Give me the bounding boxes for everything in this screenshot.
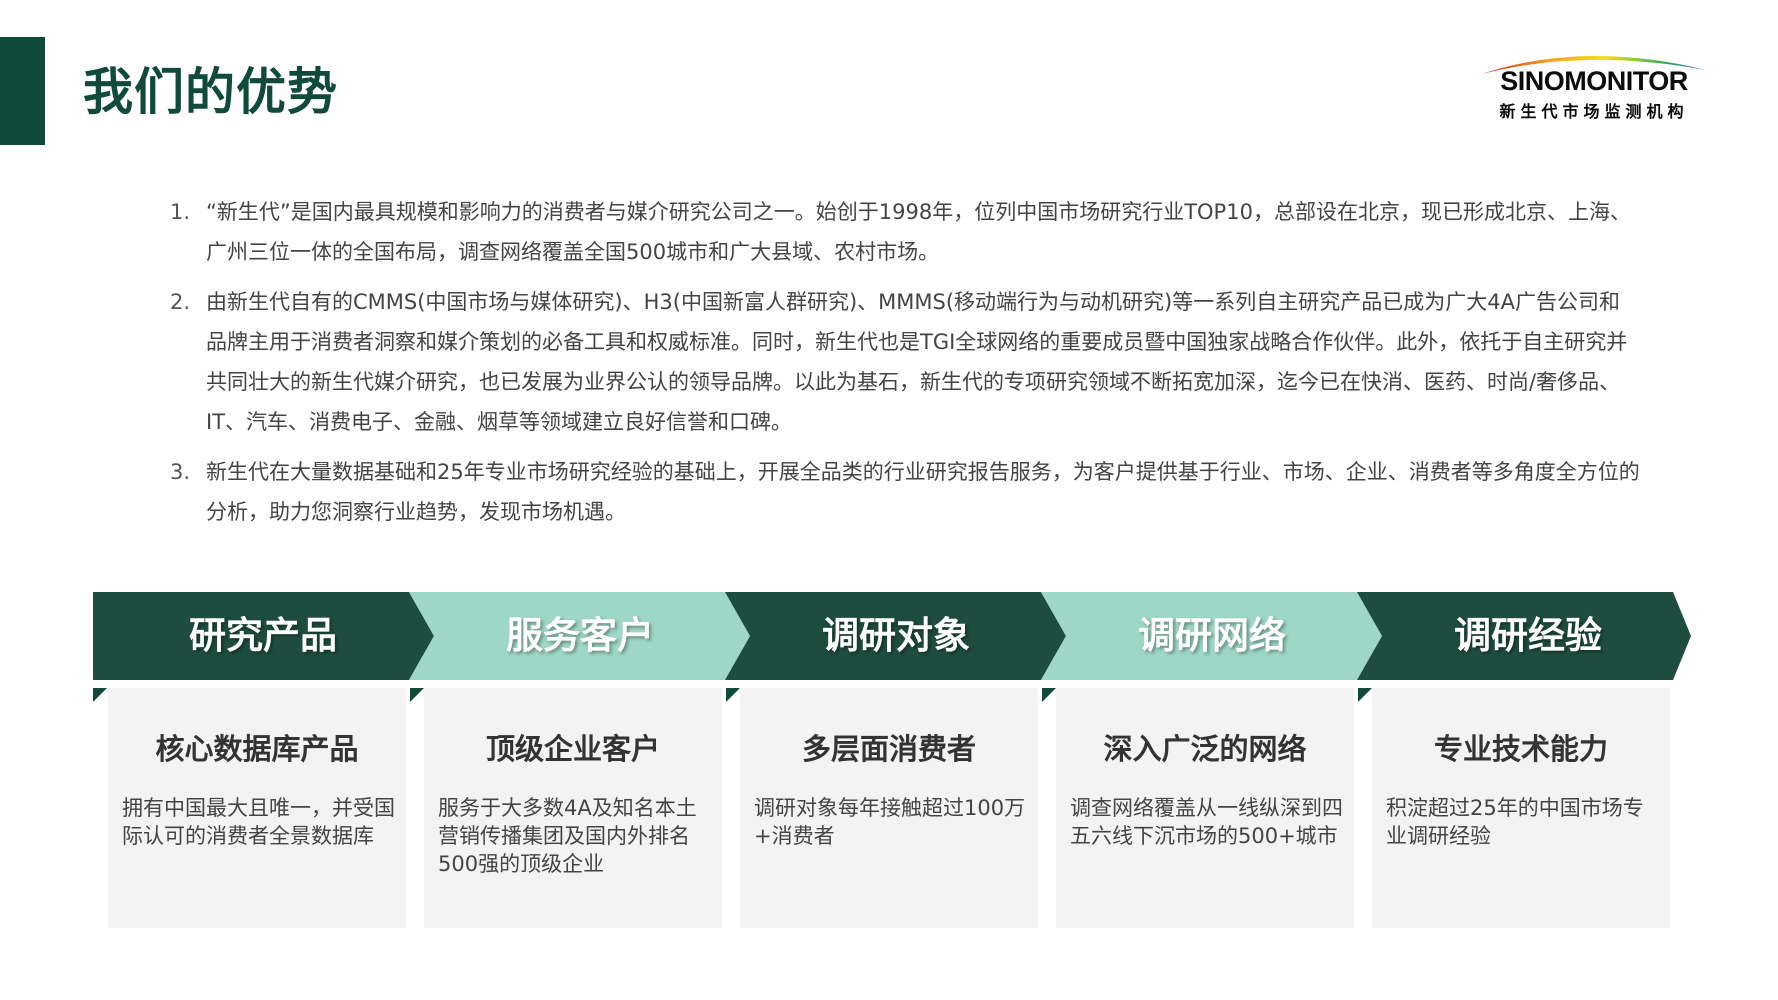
page-title: 我们的优势 [83,63,338,121]
card-text: 服务于大多数4A及知名本土营销传播集团及国内外排名500强的顶级企业 [438,796,697,876]
pillar-card: 专业技术能力 积淀超过25年的中国市场专业调研经验 [1372,688,1670,928]
card-text: 拥有中国最大且唯一，并受国际认可的消费者全景数据库 [122,796,395,848]
point-number: 1. [170,200,191,224]
card-title: 多层面消费者 [801,732,976,766]
point-text: 由新生代自有的CMMS(中国市场与媒体研究)、H3(中国新富人群研究)、MMMS… [206,290,1628,434]
pillar-heading: 服务客户 [506,614,654,657]
title-accent-bar [0,37,45,145]
pillar-card: 核心数据库产品 拥有中国最大且唯一，并受国际认可的消费者全景数据库 [108,688,406,928]
card-corner-marker [1358,688,1372,702]
point-text: “新生代”是国内最具规模和影响力的消费者与媒介研究公司之一。始创于1998年，位… [206,200,1631,264]
pillar-heading: 调研对象 [822,614,970,657]
point-item: 3. 新生代在大量数据基础和25年专业市场研究经验的基础上，开展全品类的行业研究… [170,452,1640,532]
advantage-points: 1. “新生代”是国内最具规模和影响力的消费者与媒介研究公司之一。始创于1998… [170,192,1640,542]
pillar-card: 顶级企业客户 服务于大多数4A及知名本土营销传播集团及国内外排名500强的顶级企… [424,688,722,928]
card-title: 顶级企业客户 [485,732,660,766]
sinomonitor-logo: SINOMONITOR 新生代市场监测机构 [1474,44,1714,121]
pillar-heading: 调研网络 [1138,614,1286,657]
pillar-heading: 调研经验 [1454,614,1602,657]
card-text: 调研对象每年接触超过100万+消费者 [754,796,1026,848]
pillar-card: 多层面消费者 调研对象每年接触超过100万+消费者 [740,688,1038,928]
card-corner-marker [1042,688,1056,702]
card-corner-marker [93,688,107,702]
card-title: 深入广泛的网络 [1103,732,1307,766]
card-text: 积淀超过25年的中国市场专业调研经验 [1386,796,1644,848]
card-corner-marker [410,688,424,702]
card-title: 核心数据库产品 [155,732,359,766]
card-corner-marker [726,688,740,702]
point-text: 新生代在大量数据基础和25年专业市场研究经验的基础上，开展全品类的行业研究报告服… [206,460,1640,524]
card-text: 调查网络覆盖从一线纵深到四五六线下沉市场的500+城市 [1070,796,1343,848]
point-number: 2. [170,290,191,314]
pillar-heading: 研究产品 [189,614,337,657]
logo-subtitle: 新生代市场监测机构 [1499,102,1689,121]
logo-wordmark: SINOMONITOR [1500,66,1688,96]
point-number: 3. [170,460,191,484]
card-title: 专业技术能力 [1433,732,1608,766]
point-item: 1. “新生代”是国内最具规模和影响力的消费者与媒介研究公司之一。始创于1998… [170,192,1640,272]
point-item: 2. 由新生代自有的CMMS(中国市场与媒体研究)、H3(中国新富人群研究)、M… [170,282,1640,442]
pillar-card: 深入广泛的网络 调查网络覆盖从一线纵深到四五六线下沉市场的500+城市 [1056,688,1354,928]
